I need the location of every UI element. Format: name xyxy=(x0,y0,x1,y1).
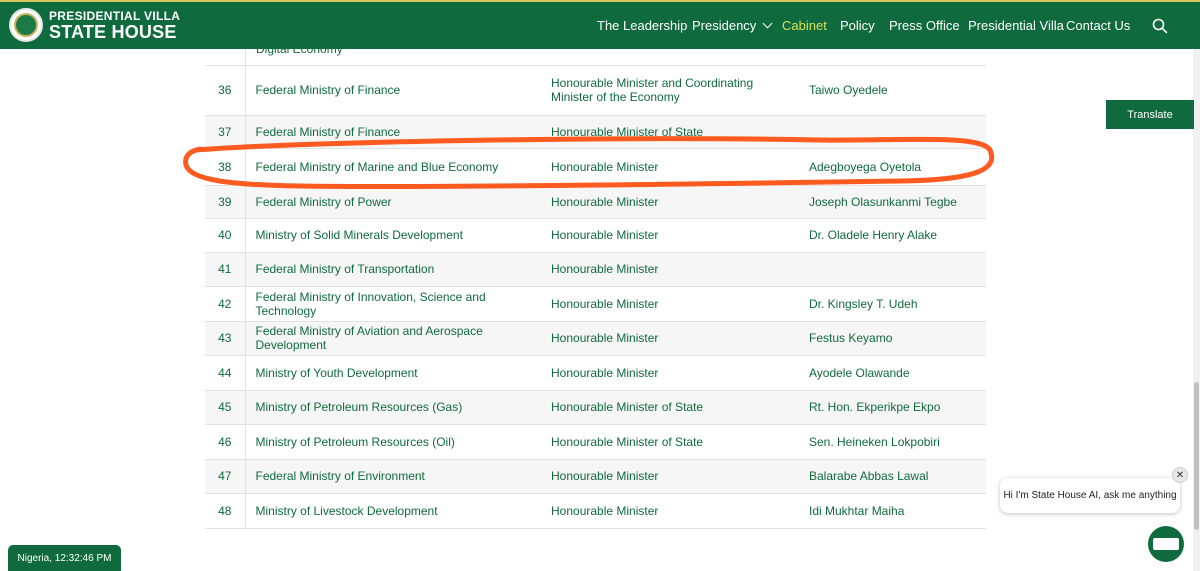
position-cell: Honourable Minister xyxy=(541,493,799,529)
minister-name-cell: Adegboyega Oyetola xyxy=(799,148,986,186)
position-cell: Honourable Minister and Coordinating Min… xyxy=(541,65,799,116)
row-number: 47 xyxy=(205,459,246,494)
row-number: 38 xyxy=(205,148,246,186)
nav-contact-us[interactable]: Contact Us xyxy=(1066,18,1130,33)
position-cell: Honourable Minister of State xyxy=(541,390,799,425)
state-house-icon xyxy=(1153,538,1179,550)
table-row: 37 Federal Ministry of Finance Honourable … xyxy=(205,115,986,149)
position-cell: Honourable Minister xyxy=(541,148,799,186)
position-cell: Honourable Minister xyxy=(541,286,799,322)
chevron-down-icon xyxy=(762,18,773,29)
table-row: 46 Ministry of Petroleum Resources (Oil) H… xyxy=(205,424,986,460)
minister-name-cell: Taiwo Oyedele xyxy=(799,65,986,116)
row-number: 39 xyxy=(205,185,246,219)
position-cell: Honourable Minister xyxy=(541,185,799,219)
table-row: 36 Federal Ministry of Finance Honourable … xyxy=(205,65,986,116)
nav-presidency[interactable]: Presidency xyxy=(692,18,773,33)
scrollbar-thumb[interactable] xyxy=(1194,382,1199,530)
table-row: 44 Ministry of Youth Development Honourabl… xyxy=(205,355,986,391)
row-number: 36 xyxy=(205,65,246,116)
row-number: 46 xyxy=(205,424,246,460)
ministry-cell: Federal Ministry of Aviation and Aerospa… xyxy=(245,321,541,356)
row-number: 48 xyxy=(205,493,246,529)
minister-name-cell: Joseph Olasunkanmi Tegbe xyxy=(799,185,986,219)
table-row: 48 Ministry of Livestock Development Honou… xyxy=(205,493,986,529)
chat-close-icon[interactable]: ✕ xyxy=(1172,467,1188,483)
position-cell: Honourable Minister of State xyxy=(541,424,799,460)
ministry-cell: Ministry of Livestock Development xyxy=(245,493,541,529)
row-number: 44 xyxy=(205,355,246,391)
row-number: 42 xyxy=(205,286,246,322)
minister-name-cell: Rt. Hon. Ekperikpe Ekpo xyxy=(799,390,986,425)
ministry-cell: Federal Ministry of Finance xyxy=(245,65,541,116)
minister-name-cell: Ayodele Olawande xyxy=(799,355,986,391)
ministry-cell: Federal Ministry of Environment xyxy=(245,459,541,494)
table-row: 42 Federal Ministry of Innovation, Scienc… xyxy=(205,286,986,322)
minister-name-cell xyxy=(799,252,986,287)
ministry-cell: Ministry of Petroleum Resources (Oil) xyxy=(245,424,541,460)
site-header: PRESIDENTIAL VILLA STATE HOUSE The Leade… xyxy=(0,0,1200,49)
minister-name-cell: Balarabe Abbas Lawal xyxy=(799,459,986,494)
ministry-cell: Ministry of Petroleum Resources (Gas) xyxy=(245,390,541,425)
minister-name-cell: Dr. Kingsley T. Udeh xyxy=(799,286,986,322)
row-number: 43 xyxy=(205,321,246,356)
brand-line1: PRESIDENTIAL VILLA xyxy=(49,9,181,23)
ministry-cell: Federal Ministry of Finance xyxy=(245,115,541,149)
table-row: 39 Federal Ministry of Power Honourable Mi… xyxy=(205,185,986,219)
ministry-cell: Federal Ministry of Transportation xyxy=(245,252,541,287)
brand-title[interactable]: PRESIDENTIAL VILLA STATE HOUSE xyxy=(49,10,180,41)
chat-greeting-bubble[interactable]: Hi I'm State House AI, ask me anything xyxy=(1000,478,1180,513)
table-row: 43 Federal Ministry of Aviation and Aeros… xyxy=(205,321,986,356)
table-row: 47 Federal Ministry of Environment Honoura… xyxy=(205,459,986,494)
nigeria-clock: Nigeria, 12:32:46 PM xyxy=(8,545,121,571)
table-row: 40 Ministry of Solid Minerals Development… xyxy=(205,218,986,253)
cabinet-table: 36 Federal Ministry of Finance Honourable … xyxy=(205,49,986,529)
nav-cabinet[interactable]: Cabinet xyxy=(782,18,827,33)
position-cell: Honourable Minister xyxy=(541,218,799,253)
row-number: 41 xyxy=(205,252,246,287)
ministry-cell: Ministry of Solid Minerals Development xyxy=(245,218,541,253)
translate-button[interactable]: Translate xyxy=(1106,100,1194,129)
chat-avatar-button[interactable] xyxy=(1148,526,1184,562)
position-cell: Honourable Minister xyxy=(541,252,799,287)
ministry-cell: Federal Ministry of Power xyxy=(245,185,541,219)
table-row-partial xyxy=(205,49,986,66)
position-cell: Honourable Minister xyxy=(541,355,799,391)
position-cell: Honourable Minister of State xyxy=(541,115,799,149)
nav-press-office[interactable]: Press Office xyxy=(889,18,960,33)
minister-name-cell xyxy=(799,115,986,149)
nav-presidency-label: Presidency xyxy=(692,18,757,33)
minister-name-cell: Dr. Oladele Henry Alake xyxy=(799,218,986,253)
position-cell: Honourable Minister xyxy=(541,459,799,494)
nav-the-leadership[interactable]: The Leadership xyxy=(597,18,687,33)
row-number: 40 xyxy=(205,218,246,253)
search-icon[interactable] xyxy=(1152,18,1168,34)
ministry-cell: Federal Ministry of Marine and Blue Econ… xyxy=(245,148,541,186)
table-row: 38 Federal Ministry of Marine and Blue Ec… xyxy=(205,148,986,186)
coat-of-arms-logo[interactable] xyxy=(9,8,43,42)
brand-line2: STATE HOUSE xyxy=(49,22,177,42)
table-row: 45 Ministry of Petroleum Resources (Gas) H… xyxy=(205,390,986,425)
minister-name-cell: Idi Mukhtar Maiha xyxy=(799,493,986,529)
row-number: 37 xyxy=(205,115,246,149)
nav-presidential-villa[interactable]: Presidential Villa xyxy=(968,18,1064,33)
minister-name-cell: Sen. Heineken Lokpobiri xyxy=(799,424,986,460)
table-row: 41 Federal Ministry of Transportation Hono… xyxy=(205,252,986,287)
row-number: 45 xyxy=(205,390,246,425)
minister-name-cell: Festus Keyamo xyxy=(799,321,986,356)
ministry-cell: Federal Ministry of Innovation, Science … xyxy=(245,286,541,322)
position-cell: Honourable Minister xyxy=(541,321,799,356)
nav-policy[interactable]: Policy xyxy=(840,18,875,33)
ministry-cell: Ministry of Youth Development xyxy=(245,355,541,391)
